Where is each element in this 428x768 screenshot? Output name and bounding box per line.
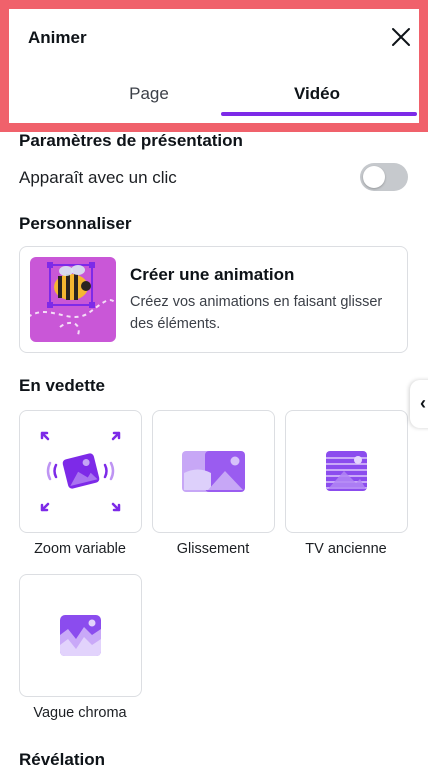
effect-tv-ancienne[interactable] xyxy=(285,410,408,533)
create-animation-thumbnail xyxy=(30,257,116,342)
header-highlight-frame: Animer Page Vidéo xyxy=(0,0,428,132)
featured-section-title: En vedette xyxy=(19,376,105,395)
effect-zoom-variable[interactable] xyxy=(19,410,142,533)
effect-glissement[interactable] xyxy=(152,410,275,533)
effect-label-zoom-variable: Zoom variable xyxy=(34,541,126,557)
old-tv-icon xyxy=(326,451,367,491)
effect-vague-chroma[interactable] xyxy=(19,574,142,697)
panel-title: Animer xyxy=(28,28,87,47)
on-click-toggle[interactable] xyxy=(360,163,408,191)
chroma-wave-icon xyxy=(60,615,101,656)
collapse-panel-handle[interactable]: ‹ xyxy=(410,380,428,428)
close-button[interactable] xyxy=(388,24,414,50)
create-animation-title: Créer une animation xyxy=(130,265,295,284)
effect-label-vague-chroma: Vague chroma xyxy=(33,705,127,721)
presentation-section-title: Paramètres de présentation xyxy=(19,131,243,150)
toggle-knob xyxy=(363,166,385,188)
panel-header: Animer Page Vidéo xyxy=(18,18,428,132)
slide-images-icon xyxy=(182,451,245,492)
zoom-variable-icon xyxy=(40,431,121,512)
close-icon xyxy=(392,28,410,46)
active-tab-indicator xyxy=(221,112,417,116)
on-click-label: Apparaît avec un clic xyxy=(19,168,177,187)
tab-video[interactable]: Vidéo xyxy=(252,84,382,104)
bee-icon xyxy=(30,262,116,336)
reveal-section-title: Révélation xyxy=(19,750,105,768)
create-animation-description: Créez vos animations en faisant glisser … xyxy=(130,294,383,332)
tab-page[interactable]: Page xyxy=(84,84,214,104)
customize-section-title: Personnaliser xyxy=(19,214,132,233)
create-animation-card[interactable]: Créer une animation Créez vos animations… xyxy=(19,246,408,353)
effect-label-glissement: Glissement xyxy=(176,541,250,557)
chevron-left-icon: ‹ xyxy=(420,393,426,413)
effect-label-tv-ancienne: TV ancienne xyxy=(305,541,387,557)
